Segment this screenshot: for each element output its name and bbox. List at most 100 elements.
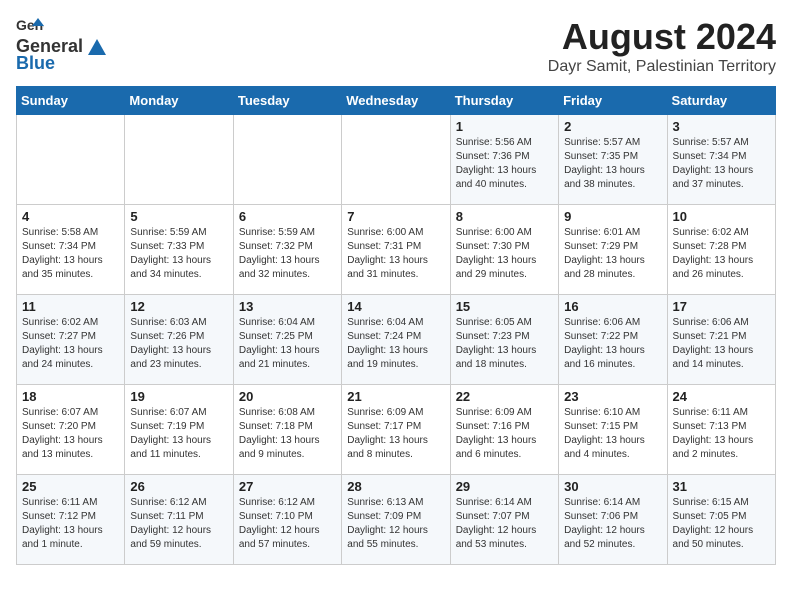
cell-sunset: Sunset: 7:23 PM <box>456 331 530 342</box>
day-number: 13 <box>239 299 336 314</box>
calendar-cell: 18 Sunrise: 6:07 AM Sunset: 7:20 PM Dayl… <box>17 385 125 475</box>
calendar-week-3: 11 Sunrise: 6:02 AM Sunset: 7:27 PM Dayl… <box>17 295 776 385</box>
cell-sunset: Sunset: 7:34 PM <box>673 151 747 162</box>
cell-sunrise: Sunrise: 5:58 AM <box>22 227 98 238</box>
cell-sunrise: Sunrise: 6:10 AM <box>564 407 640 418</box>
day-number: 18 <box>22 389 119 404</box>
day-number: 2 <box>564 119 661 134</box>
title-area: August 2024 Dayr Samit, Palestinian Terr… <box>548 16 776 76</box>
col-sunday: Sunday <box>17 87 125 115</box>
cell-sunrise: Sunrise: 6:09 AM <box>347 407 423 418</box>
cell-daylight: Daylight: 13 hours and 4 minutes. <box>564 435 645 460</box>
calendar-cell: 15 Sunrise: 6:05 AM Sunset: 7:23 PM Dayl… <box>450 295 558 385</box>
cell-sunset: Sunset: 7:36 PM <box>456 151 530 162</box>
calendar-cell <box>17 115 125 205</box>
cell-daylight: Daylight: 13 hours and 24 minutes. <box>22 345 103 370</box>
cell-sunset: Sunset: 7:19 PM <box>130 421 204 432</box>
cell-sunrise: Sunrise: 6:15 AM <box>673 497 749 508</box>
calendar-cell: 30 Sunrise: 6:14 AM Sunset: 7:06 PM Dayl… <box>559 475 667 565</box>
cell-sunset: Sunset: 7:32 PM <box>239 241 313 252</box>
cell-daylight: Daylight: 13 hours and 14 minutes. <box>673 345 754 370</box>
cell-daylight: Daylight: 13 hours and 34 minutes. <box>130 255 211 280</box>
cell-daylight: Daylight: 13 hours and 16 minutes. <box>564 345 645 370</box>
cell-sunrise: Sunrise: 5:59 AM <box>239 227 315 238</box>
calendar-cell: 6 Sunrise: 5:59 AM Sunset: 7:32 PM Dayli… <box>233 205 341 295</box>
cell-sunset: Sunset: 7:09 PM <box>347 511 421 522</box>
cell-sunset: Sunset: 7:07 PM <box>456 511 530 522</box>
day-number: 8 <box>456 209 553 224</box>
calendar-cell: 8 Sunrise: 6:00 AM Sunset: 7:30 PM Dayli… <box>450 205 558 295</box>
cell-sunset: Sunset: 7:13 PM <box>673 421 747 432</box>
cell-daylight: Daylight: 13 hours and 32 minutes. <box>239 255 320 280</box>
day-number: 15 <box>456 299 553 314</box>
logo-triangle-icon <box>87 38 107 56</box>
cell-sunrise: Sunrise: 6:07 AM <box>22 407 98 418</box>
col-saturday: Saturday <box>667 87 775 115</box>
cell-daylight: Daylight: 12 hours and 57 minutes. <box>239 525 320 550</box>
calendar-cell: 27 Sunrise: 6:12 AM Sunset: 7:10 PM Dayl… <box>233 475 341 565</box>
cell-daylight: Daylight: 13 hours and 9 minutes. <box>239 435 320 460</box>
col-wednesday: Wednesday <box>342 87 450 115</box>
cell-daylight: Daylight: 13 hours and 26 minutes. <box>673 255 754 280</box>
cell-sunrise: Sunrise: 5:57 AM <box>673 137 749 148</box>
cell-daylight: Daylight: 13 hours and 11 minutes. <box>130 435 211 460</box>
cell-daylight: Daylight: 13 hours and 40 minutes. <box>456 165 537 190</box>
cell-sunset: Sunset: 7:15 PM <box>564 421 638 432</box>
day-number: 14 <box>347 299 444 314</box>
cell-sunset: Sunset: 7:27 PM <box>22 331 96 342</box>
calendar-cell: 7 Sunrise: 6:00 AM Sunset: 7:31 PM Dayli… <box>342 205 450 295</box>
calendar-week-1: 1 Sunrise: 5:56 AM Sunset: 7:36 PM Dayli… <box>17 115 776 205</box>
cell-daylight: Daylight: 13 hours and 6 minutes. <box>456 435 537 460</box>
cell-sunrise: Sunrise: 6:13 AM <box>347 497 423 508</box>
cell-sunrise: Sunrise: 6:09 AM <box>456 407 532 418</box>
day-number: 7 <box>347 209 444 224</box>
calendar-cell: 12 Sunrise: 6:03 AM Sunset: 7:26 PM Dayl… <box>125 295 233 385</box>
day-number: 23 <box>564 389 661 404</box>
cell-sunrise: Sunrise: 6:05 AM <box>456 317 532 328</box>
calendar-cell: 13 Sunrise: 6:04 AM Sunset: 7:25 PM Dayl… <box>233 295 341 385</box>
cell-sunrise: Sunrise: 6:02 AM <box>22 317 98 328</box>
calendar-cell: 21 Sunrise: 6:09 AM Sunset: 7:17 PM Dayl… <box>342 385 450 475</box>
cell-sunset: Sunset: 7:20 PM <box>22 421 96 432</box>
calendar-cell: 14 Sunrise: 6:04 AM Sunset: 7:24 PM Dayl… <box>342 295 450 385</box>
calendar-cell: 19 Sunrise: 6:07 AM Sunset: 7:19 PM Dayl… <box>125 385 233 475</box>
calendar-cell <box>125 115 233 205</box>
day-number: 27 <box>239 479 336 494</box>
day-number: 6 <box>239 209 336 224</box>
calendar-cell: 20 Sunrise: 6:08 AM Sunset: 7:18 PM Dayl… <box>233 385 341 475</box>
cell-sunrise: Sunrise: 5:57 AM <box>564 137 640 148</box>
cell-daylight: Daylight: 13 hours and 37 minutes. <box>673 165 754 190</box>
cell-sunset: Sunset: 7:24 PM <box>347 331 421 342</box>
cell-daylight: Daylight: 12 hours and 53 minutes. <box>456 525 537 550</box>
cell-daylight: Daylight: 12 hours and 50 minutes. <box>673 525 754 550</box>
cell-sunset: Sunset: 7:29 PM <box>564 241 638 252</box>
cell-daylight: Daylight: 13 hours and 29 minutes. <box>456 255 537 280</box>
cell-sunset: Sunset: 7:17 PM <box>347 421 421 432</box>
calendar-cell: 11 Sunrise: 6:02 AM Sunset: 7:27 PM Dayl… <box>17 295 125 385</box>
header: General General Blue August 2024 Dayr Sa… <box>16 16 776 76</box>
cell-sunset: Sunset: 7:11 PM <box>130 511 203 522</box>
cell-sunrise: Sunrise: 6:12 AM <box>130 497 206 508</box>
cell-daylight: Daylight: 13 hours and 8 minutes. <box>347 435 428 460</box>
cell-sunset: Sunset: 7:18 PM <box>239 421 313 432</box>
col-friday: Friday <box>559 87 667 115</box>
calendar-week-5: 25 Sunrise: 6:11 AM Sunset: 7:12 PM Dayl… <box>17 475 776 565</box>
calendar-cell: 17 Sunrise: 6:06 AM Sunset: 7:21 PM Dayl… <box>667 295 775 385</box>
cell-sunrise: Sunrise: 6:12 AM <box>239 497 315 508</box>
cell-sunrise: Sunrise: 6:14 AM <box>564 497 640 508</box>
logo: General General Blue <box>16 16 109 74</box>
cell-daylight: Daylight: 13 hours and 21 minutes. <box>239 345 320 370</box>
col-tuesday: Tuesday <box>233 87 341 115</box>
day-number: 28 <box>347 479 444 494</box>
cell-sunset: Sunset: 7:35 PM <box>564 151 638 162</box>
cell-daylight: Daylight: 13 hours and 19 minutes. <box>347 345 428 370</box>
day-number: 20 <box>239 389 336 404</box>
day-number: 10 <box>673 209 770 224</box>
header-row: Sunday Monday Tuesday Wednesday Thursday… <box>17 87 776 115</box>
day-number: 25 <box>22 479 119 494</box>
cell-daylight: Daylight: 13 hours and 23 minutes. <box>130 345 211 370</box>
day-number: 26 <box>130 479 227 494</box>
day-number: 12 <box>130 299 227 314</box>
day-number: 3 <box>673 119 770 134</box>
cell-sunset: Sunset: 7:21 PM <box>673 331 747 342</box>
